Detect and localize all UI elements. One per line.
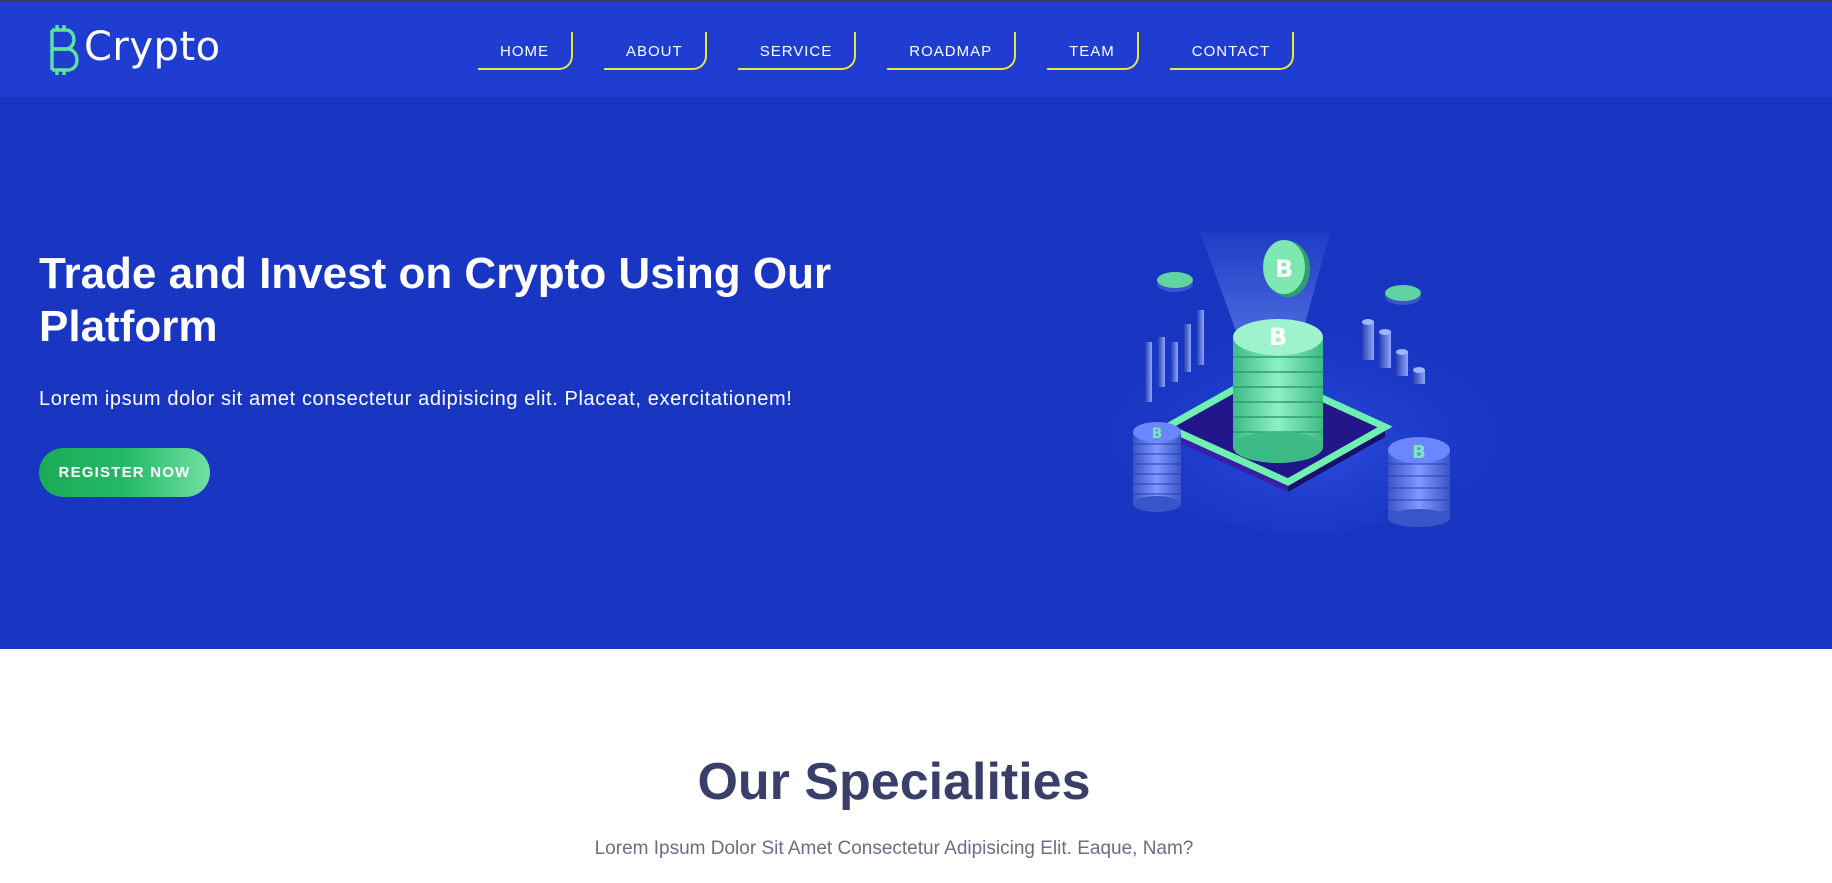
nav-about[interactable]: ABOUT: [604, 32, 707, 70]
svg-text:B: B: [1412, 442, 1426, 463]
top-navbar: Crypto HOME ABOUT SERVICE ROADMAP TEAM C…: [0, 0, 1832, 97]
nav-roadmap[interactable]: ROADMAP: [887, 32, 1017, 70]
specialities-subtitle: Lorem Ipsum Dolor Sit Amet Consectetur A…: [594, 838, 1194, 859]
bitcoin-b-icon: [50, 25, 79, 75]
nav-service[interactable]: SERVICE: [737, 32, 857, 70]
crypto-coin-stack-illustration: B B B B: [1105, 232, 1505, 532]
nav-team[interactable]: TEAM: [1047, 32, 1139, 70]
svg-text:B: B: [1152, 426, 1163, 442]
logo[interactable]: Crypto: [46, 22, 221, 78]
svg-text:B: B: [1269, 323, 1287, 351]
main-nav: HOME ABOUT SERVICE ROADMAP TEAM CONTACT: [478, 32, 1325, 70]
hero-subtitle: Lorem ipsum dolor sit amet consectetur a…: [39, 388, 793, 410]
register-now-button[interactable]: REGISTER NOW: [39, 448, 210, 497]
nav-home[interactable]: HOME: [478, 32, 573, 70]
hero-title: Trade and Invest on Crypto Using Our Pla…: [39, 249, 832, 351]
svg-text:B: B: [1275, 255, 1293, 283]
nav-contact[interactable]: CONTACT: [1169, 32, 1295, 70]
logo-text: Crypto: [84, 24, 221, 70]
specialities-title: Our Specialities: [697, 753, 1091, 811]
hero-section: Trade and Invest on Crypto Using Our Pla…: [0, 97, 1832, 649]
